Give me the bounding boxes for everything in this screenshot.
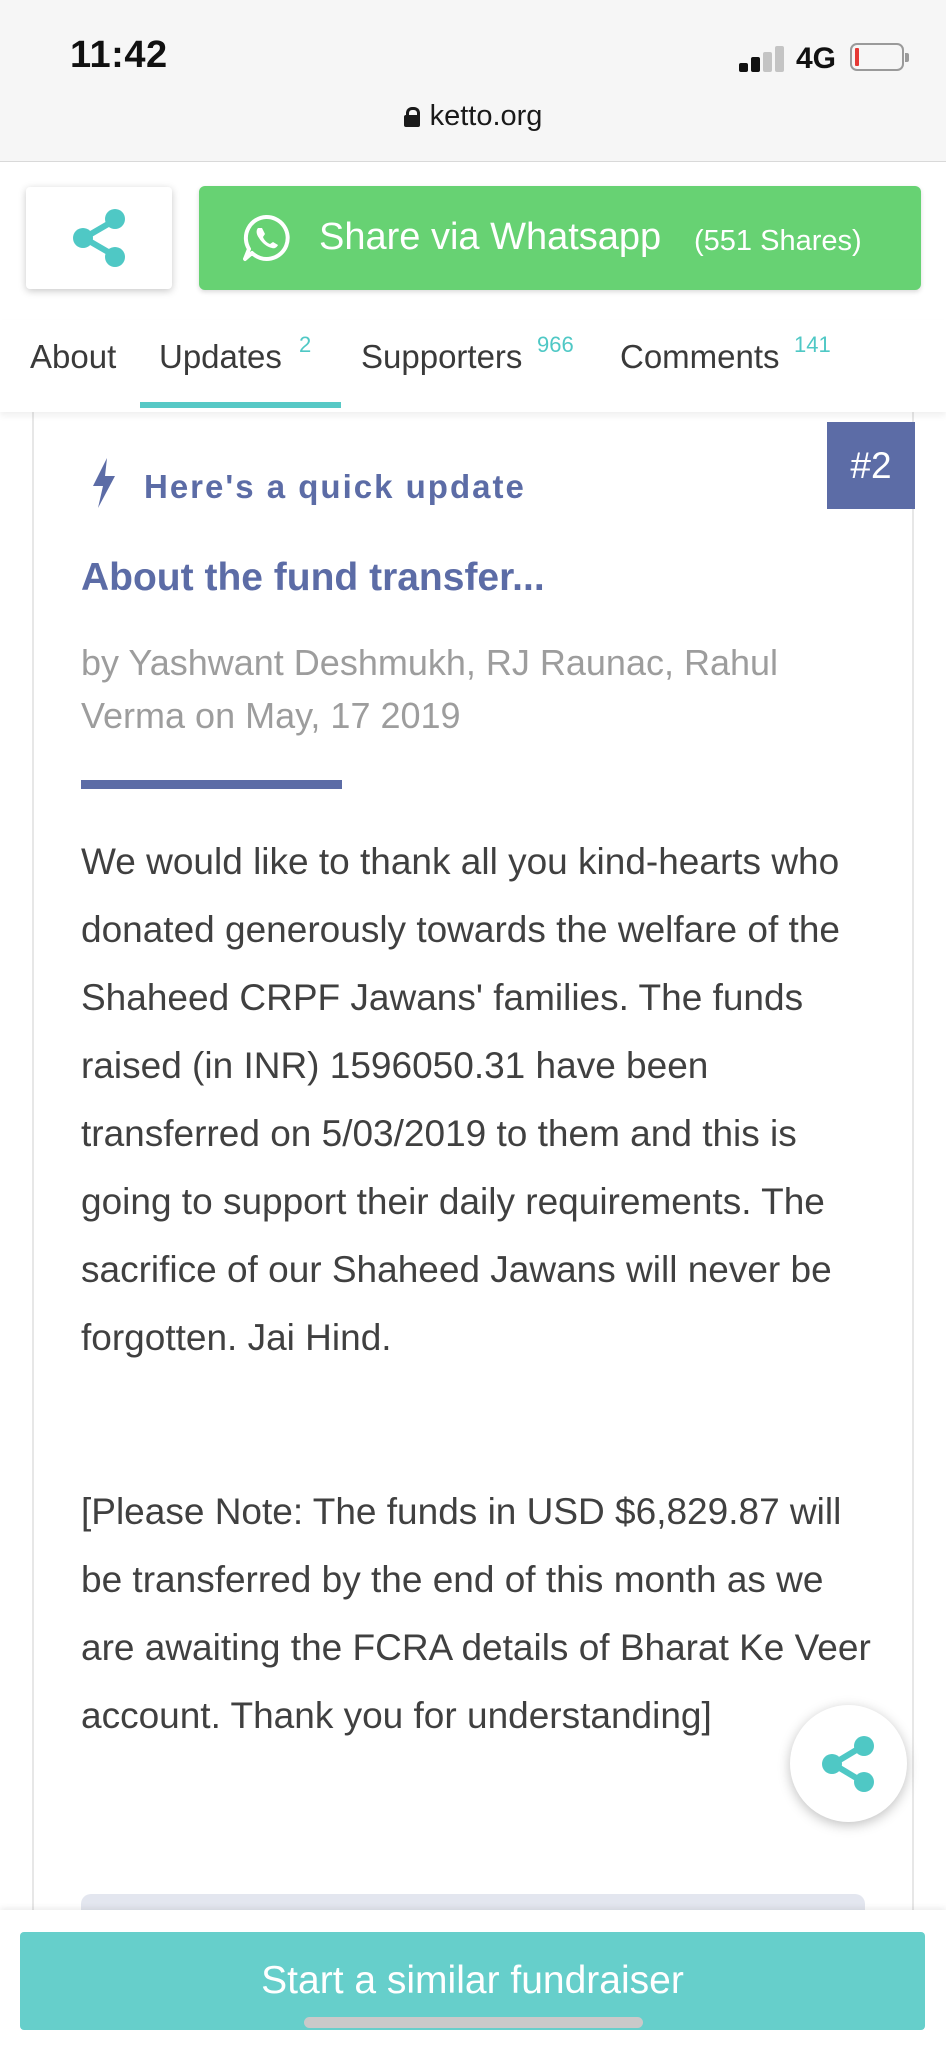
title-divider: [81, 780, 342, 789]
start-fundraiser-button[interactable]: Start a similar fundraiser: [20, 1932, 925, 2030]
tab-updates[interactable]: Updates 2: [159, 332, 311, 376]
tab-about[interactable]: About: [30, 338, 116, 376]
battery-icon: [850, 43, 909, 71]
whatsapp-share-button[interactable]: Share via Whatsapp (551 Shares): [199, 186, 921, 290]
tab-label: Comments: [620, 338, 780, 375]
share-icon: [822, 1736, 874, 1792]
whatsapp-icon: [243, 214, 290, 261]
tab-label: About: [30, 338, 117, 375]
active-tab-indicator: [140, 402, 341, 408]
update-number-badge: #2: [827, 422, 915, 509]
tab-bar: About Updates 2 Supporters 966 Comments …: [0, 320, 946, 412]
address-bar[interactable]: ketto.org: [0, 100, 946, 133]
url-text: ketto.org: [429, 100, 543, 132]
tab-label: Updates: [159, 338, 282, 375]
home-indicator[interactable]: [304, 2017, 643, 2028]
update-paragraph: We would like to thank all you kind-hear…: [81, 841, 840, 1358]
tab-label: Supporters: [361, 338, 523, 375]
floating-share-button[interactable]: [790, 1705, 907, 1822]
status-time: 11:42: [70, 34, 168, 76]
update-kicker: Here's a quick update: [144, 468, 526, 505]
share-icon: [73, 209, 125, 267]
signal-icon: [739, 46, 785, 72]
update-byline: by Yashwant Deshmukh, RJ Raunac, Rahul V…: [81, 642, 779, 736]
update-paragraph: [Please Note: The funds in USD $6,829.87…: [81, 1491, 871, 1736]
network-label: 4G: [796, 42, 837, 75]
bolt-icon: [93, 458, 115, 508]
lock-icon: [403, 107, 420, 127]
whatsapp-share-label: Share via Whatsapp: [319, 216, 662, 258]
status-bar: 11:42 4G ketto.org: [0, 0, 946, 162]
tab-count: 141: [794, 332, 831, 357]
tab-supporters[interactable]: Supporters 966: [361, 332, 574, 376]
share-count: (551 Shares): [694, 225, 862, 257]
update-title[interactable]: About the fund transfer...: [81, 556, 545, 600]
tab-comments[interactable]: Comments 141: [620, 332, 831, 376]
tab-count: 2: [299, 332, 312, 357]
share-button[interactable]: [26, 187, 172, 289]
tab-count: 966: [537, 332, 574, 357]
